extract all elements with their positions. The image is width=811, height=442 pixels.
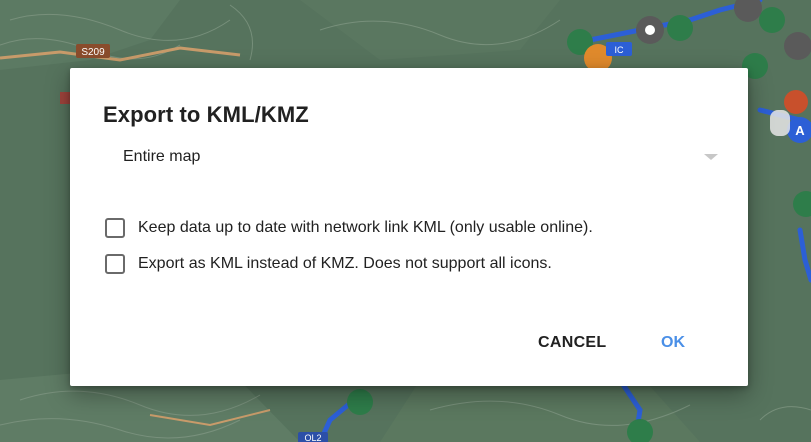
- dialog-title: Export to KML/KMZ: [103, 102, 309, 127]
- marker-letter-a: A: [795, 123, 805, 138]
- network-link-option[interactable]: Keep data up to date with network link K…: [105, 215, 593, 241]
- network-link-checkbox[interactable]: [105, 218, 125, 238]
- dropdown-arrow-icon: [704, 154, 718, 160]
- road-label-s209: S209: [81, 47, 105, 58]
- cancel-button[interactable]: CANCEL: [532, 330, 612, 356]
- road-label-ol2: OL2: [304, 433, 321, 442]
- export-kml-label: Export as KML instead of KMZ. Does not s…: [138, 255, 552, 272]
- export-kml-checkbox[interactable]: [105, 254, 125, 274]
- export-dialog: Export to KML/KMZ Entire map Keep data u…: [70, 68, 748, 386]
- export-scope-select[interactable]: Entire map: [108, 140, 718, 174]
- export-kml-option[interactable]: Export as KML instead of KMZ. Does not s…: [105, 251, 552, 277]
- ok-button[interactable]: OK: [655, 330, 691, 356]
- export-scope-value: Entire map: [123, 148, 201, 165]
- map-chip-label: IC: [615, 45, 625, 55]
- app-stage: S209 OL2 A IC Export to KML/KMZ Entire m…: [0, 0, 811, 442]
- network-link-label: Keep data up to date with network link K…: [138, 219, 593, 236]
